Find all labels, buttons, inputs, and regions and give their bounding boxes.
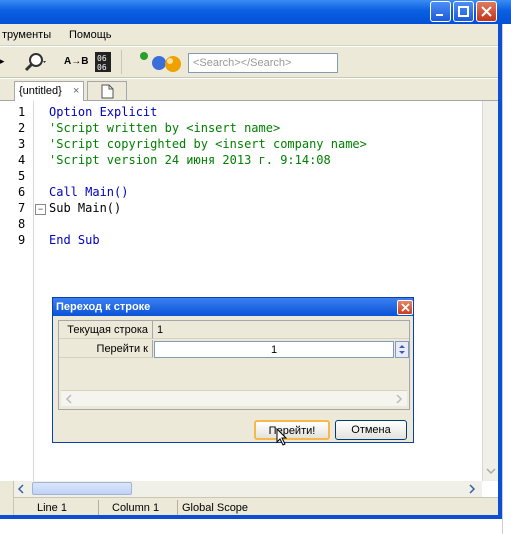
line-number: 2 — [18, 121, 26, 135]
code-line[interactable]: 'Script written by <insert name> — [49, 121, 280, 135]
objects-balls-icon — [140, 52, 181, 72]
menu-help[interactable]: Помощь — [69, 29, 112, 41]
goto-ok-button[interactable]: Перейти! — [254, 420, 330, 440]
goto-line-icon: 06 06 — [97, 54, 107, 72]
replace-button[interactable]: A→B — [64, 56, 88, 67]
line-number: 9 — [18, 233, 26, 247]
window-title-bar — [0, 0, 511, 24]
minimize-button[interactable] — [430, 1, 451, 22]
window-frame-bottom — [0, 515, 502, 519]
new-document-icon — [101, 84, 114, 99]
scroll-right-icon[interactable] — [394, 394, 404, 404]
scroll-right-icon[interactable] — [467, 484, 477, 494]
line-number: 1 — [18, 105, 26, 119]
toolbar-divider — [121, 50, 122, 74]
close-icon — [481, 6, 492, 17]
dialog-close-button[interactable] — [397, 300, 413, 315]
close-tab-icon[interactable]: × — [73, 85, 79, 97]
tab-untitled-label: {untitled} — [19, 85, 62, 97]
status-bar: Line 1 Column 1 Global Scope — [14, 497, 498, 516]
minimize-icon — [436, 14, 443, 16]
code-line[interactable]: 'Script copyrighted by <insert company n… — [49, 137, 367, 151]
status-divider — [98, 500, 99, 515]
line-number: 3 — [18, 137, 26, 151]
horizontal-scroll-thumb[interactable] — [32, 482, 132, 495]
search-input[interactable]: <Search></Search> — [188, 53, 338, 73]
cancel-button[interactable]: Отмена — [335, 420, 407, 440]
maximize-icon — [458, 6, 469, 17]
code-line[interactable]: 'Script version 24 июня 2013 г. 9:14:08 — [49, 153, 331, 167]
scroll-left-icon[interactable] — [16, 484, 26, 494]
scroll-left-icon[interactable] — [64, 394, 74, 404]
fold-toggle-icon[interactable]: − — [35, 204, 46, 215]
find-button[interactable] — [22, 52, 48, 75]
objects-button[interactable] — [137, 51, 185, 78]
line-number: 8 — [18, 217, 26, 231]
line-spinner[interactable] — [395, 341, 409, 358]
goto-line-dialog: Переход к строке Текущая строка 1 Перейт… — [52, 297, 414, 443]
current-line-label: Текущая строка — [59, 321, 153, 339]
menu-tools[interactable]: трументы — [2, 29, 51, 41]
svg-text:06: 06 — [97, 54, 107, 63]
code-line[interactable]: Call Main() — [49, 185, 128, 199]
toolbar: ▸ A→B 06 06 <Search></Search> — [0, 47, 498, 78]
background-window-edge — [502, 24, 511, 534]
goto-line-input[interactable]: 1 — [154, 341, 394, 358]
menu-bar: трументы Помощь — [0, 24, 498, 46]
tab-bar: {untitled} × — [0, 79, 498, 101]
magnifier-icon — [24, 53, 46, 72]
new-tab-button[interactable] — [87, 81, 127, 100]
code-line[interactable]: Option Explicit — [49, 105, 157, 119]
line-number: 7 — [18, 201, 26, 215]
goto-line-label: Перейти к — [59, 340, 153, 358]
close-window-button[interactable] — [476, 1, 497, 22]
mouse-cursor-icon — [276, 428, 288, 446]
goto-line-button[interactable]: 06 06 — [95, 52, 111, 72]
status-line: Line 1 — [37, 502, 67, 514]
status-divider — [177, 500, 178, 515]
grid-horizontal-scrollbar[interactable] — [61, 390, 407, 406]
spinner-arrows-icon — [399, 345, 405, 354]
code-line[interactable]: End Sub — [49, 233, 100, 247]
code-line[interactable]: Sub Main() — [49, 201, 121, 215]
svg-text:06: 06 — [97, 63, 107, 72]
status-column: Column 1 — [112, 502, 160, 514]
line-number: 4 — [18, 153, 26, 167]
line-number-gutter — [0, 101, 34, 481]
scroll-down-icon[interactable] — [486, 466, 496, 476]
line-number: 6 — [18, 185, 26, 199]
line-number: 5 — [18, 169, 26, 183]
maximize-button[interactable] — [453, 1, 474, 22]
property-grid: Текущая строка 1 Перейти к 1 — [58, 320, 410, 410]
tab-untitled[interactable]: {untitled} × — [14, 81, 84, 101]
dialog-title: Переход к строке — [56, 301, 151, 313]
status-scope: Global Scope — [182, 502, 249, 514]
dialog-title-bar: Переход к строке — [53, 298, 413, 316]
vertical-scrollbar[interactable] — [482, 101, 498, 481]
current-line-value: 1 — [153, 321, 409, 339]
toolbar-overflow-arrow-icon[interactable]: ▸ — [0, 56, 5, 67]
close-icon — [400, 303, 410, 312]
horizontal-scrollbar[interactable] — [14, 481, 482, 497]
